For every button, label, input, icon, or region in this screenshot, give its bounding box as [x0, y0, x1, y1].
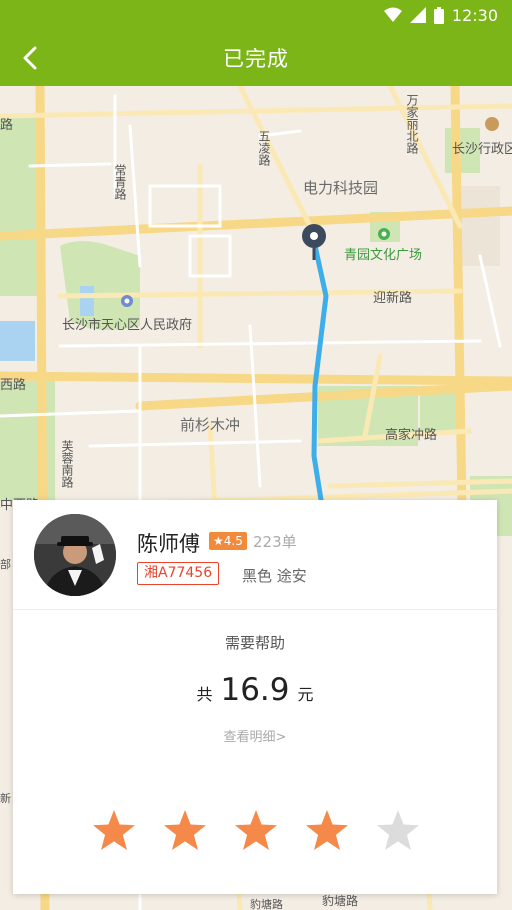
map-label-baotang-1: 豹塘路 [250, 898, 283, 910]
map-label-gaojiachong: 高家冲路 [385, 428, 438, 443]
rating-badge: ★4.5 [209, 532, 247, 550]
map-label-changqing: 常青路 [113, 164, 127, 200]
fare-amount: 16.9 [220, 672, 290, 708]
map-label-dianli: 电力科技园 [303, 179, 379, 197]
star-icon[interactable] [91, 808, 137, 854]
fare-detail-link[interactable]: 查看明细> [13, 726, 497, 745]
help-link[interactable]: 需要帮助 [13, 632, 497, 653]
star-icon[interactable] [375, 808, 421, 854]
chevron-left-icon [23, 46, 37, 70]
map-label-bu: 部 [0, 558, 11, 571]
driver-name: 陈师傅 [137, 532, 200, 556]
map-label-furong: 芙蓉南路 [60, 440, 74, 488]
order-count: 223单 [253, 533, 297, 551]
clock: 12:30 [451, 5, 498, 25]
avatar [34, 514, 116, 596]
car-info: 黑色 途安 [242, 567, 307, 585]
app-bar: 已完成 [0, 30, 512, 86]
fare-prefix: 共 [196, 685, 213, 704]
star-icon[interactable] [233, 808, 279, 854]
map-label-baotang-2: 豹塘路 [322, 894, 359, 908]
map-label-wanjia: 万家丽北路 [405, 94, 419, 154]
map-label-changsha-gov: 长沙市天心区人民政府 [62, 318, 193, 333]
map-label-yingxin: 迎新路 [373, 291, 413, 306]
star-icon[interactable] [162, 808, 208, 854]
fare-unit: 元 [297, 685, 314, 704]
driver-info: 陈师傅 ★4.5 223单 湘A77456 黑色 途安 [13, 500, 497, 610]
map-label-changsha-admin: 长沙行政区 [452, 142, 512, 157]
license-plate: 湘A77456 [137, 562, 220, 585]
page-title: 已完成 [223, 47, 289, 71]
battery-icon [433, 6, 444, 24]
map-label-qingyuan: 青园文化广场 [344, 248, 423, 263]
fare: 共 16.9 元 [13, 672, 497, 708]
map-label-wuling: 五凌路 [257, 130, 271, 166]
map-label-xin: 新 [0, 792, 11, 805]
map-label-qianshan: 前杉木冲 [180, 416, 241, 434]
status-bar: 12:30 [0, 0, 512, 30]
wifi-icon [383, 7, 402, 23]
map-label-road: 路 [0, 118, 14, 133]
back-button[interactable] [14, 42, 46, 74]
map-label-xi: 西路 [0, 378, 27, 393]
trip-card: 陈师傅 ★4.5 223单 湘A77456 黑色 途安 需要帮助 共 16.9 … [13, 500, 497, 894]
rating-stars[interactable] [91, 808, 421, 854]
star-icon[interactable] [304, 808, 350, 854]
signal-icon [409, 7, 426, 23]
